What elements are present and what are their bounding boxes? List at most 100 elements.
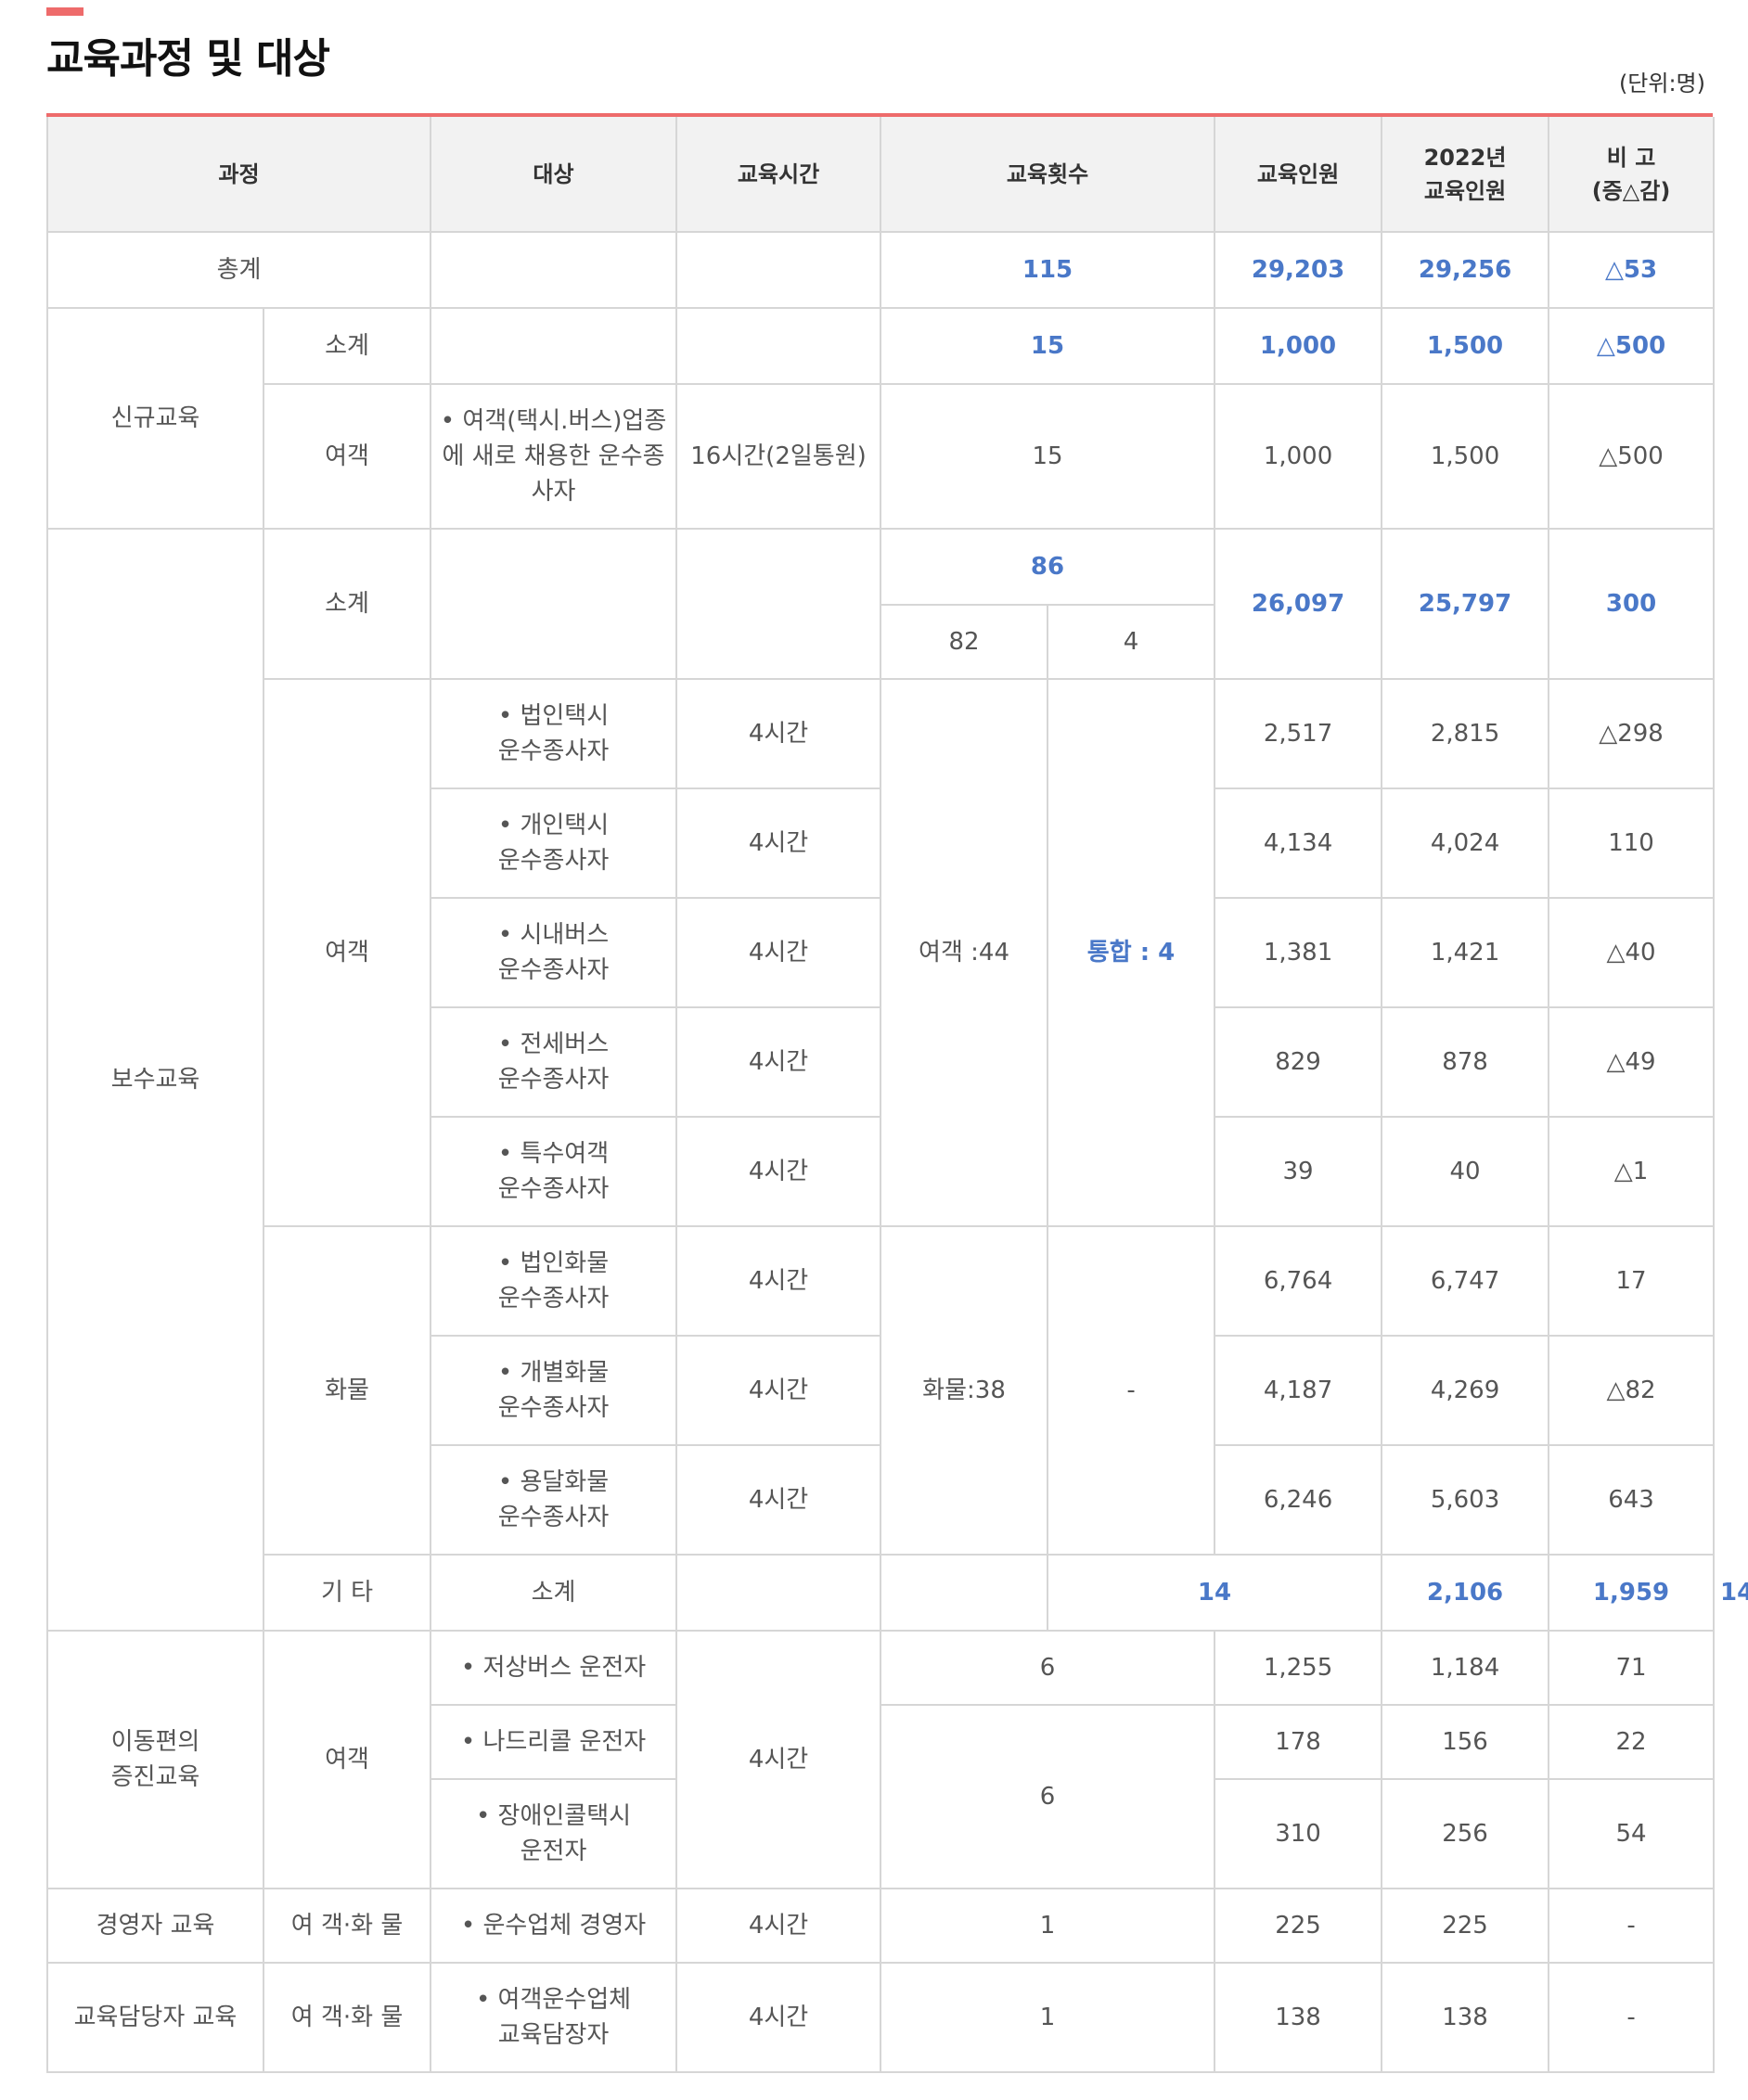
new-edu-subtotal-count: 15 <box>880 307 1216 385</box>
other-subtotal-people: 2,106 <box>1381 1554 1550 1632</box>
header-note: 비 고 (증△감) <box>1548 117 1716 233</box>
table-row: 교육담당자 교육 여 객·화 물 여객운수업체교육담장자 4시간 1 138 1… <box>46 1962 1716 2073</box>
refresher-note: △82 <box>1548 1335 1716 1446</box>
target-line1: 개인택시 <box>437 808 670 843</box>
table-row: 총계 115 29,203 29,256 △53 <box>45 231 1716 309</box>
refresher-hours: 4시간 <box>675 1444 882 1556</box>
target-line2: 운전자 <box>520 1838 587 1865</box>
new-edu-passenger-label: 여객 <box>262 383 432 530</box>
mobility-people-2022: 256 <box>1381 1778 1550 1889</box>
target-line1: 시내버스 <box>437 917 670 953</box>
unit-label: (단위:명) <box>1618 70 1705 96</box>
education-table-wrapper: 과정 대상 교육시간 교육횟수 교육인원 2022년 교육인원 비 고 (증△감… <box>45 113 1748 2073</box>
staff-people-2022: 138 <box>1381 1962 1550 2073</box>
target-line2: 교육담장자 <box>497 2021 610 2049</box>
manager-hours: 4시간 <box>675 1888 882 1964</box>
target-line1: 용달화물 <box>437 1465 670 1500</box>
education-table: 과정 대상 교육시간 교육횟수 교육인원 2022년 교육인원 비 고 (증△감… <box>45 117 1748 2073</box>
table-row: 신규교육 소계 15 1,000 1,500 △500 <box>46 307 1716 530</box>
header-people-2022-line1: 2022년 <box>1423 144 1507 171</box>
refresher-target: 전세버스운수종사자 <box>430 1006 678 1118</box>
target-line1: 개별화물 <box>437 1355 670 1390</box>
refresher-cargo-merged-count: - <box>1047 1225 1216 1556</box>
refresher-target: 개인택시운수종사자 <box>430 788 678 899</box>
refresher-note: 643 <box>1548 1444 1716 1556</box>
total-label: 총계 <box>45 231 432 309</box>
new-edu-subtotal-label: 소계 <box>262 307 432 385</box>
target-line2: 운수종사자 <box>497 847 610 875</box>
empty-cell <box>675 231 882 309</box>
target-line2: 운수종사자 <box>497 1175 610 1203</box>
refresher-people: 829 <box>1214 1006 1383 1118</box>
new-edu-subtotal-people-2022: 1,500 <box>1381 307 1550 385</box>
header-people-2022: 2022년 교육인원 <box>1381 117 1550 233</box>
header-count: 교육횟수 <box>880 117 1216 233</box>
refresher-subtotal-count-b: 4 <box>1047 604 1216 680</box>
refresher-people-2022: 5,603 <box>1381 1444 1550 1556</box>
manager-people: 225 <box>1214 1888 1383 1964</box>
mobility-count-b: 6 <box>880 1704 1216 1889</box>
target-line2: 운수종사자 <box>497 1066 610 1094</box>
mobility-note: 54 <box>1548 1778 1716 1889</box>
mobility-target: 나드리콜 운전자 <box>430 1704 678 1780</box>
mobility-people-2022: 156 <box>1381 1704 1550 1780</box>
mobility-target: 장애인콜택시운전자 <box>430 1778 678 1889</box>
refresher-hours: 4시간 <box>675 678 882 789</box>
new-edu-passenger-hours: 16시간(2일통원) <box>675 383 882 530</box>
mobility-people: 310 <box>1214 1778 1383 1889</box>
refresher-target: 특수여객운수종사자 <box>430 1116 678 1227</box>
target-text: 저상버스 운전자 <box>461 1654 646 1682</box>
target-text: 나드리콜 운전자 <box>461 1728 646 1756</box>
target-line2: 운수종사자 <box>497 1504 610 1531</box>
table-row: 기 타 소계 14 2,106 1,959 147 <box>47 1554 1748 1632</box>
other-subtotal-count: 14 <box>1047 1554 1383 1632</box>
empty-cell <box>430 307 678 385</box>
page-title: 교육과정 및 대상 <box>46 35 330 83</box>
manager-count: 1 <box>880 1888 1216 1964</box>
mobility-label-line1: 이동편의 <box>110 1728 200 1756</box>
refresher-people-2022: 40 <box>1381 1116 1550 1227</box>
refresher-note: △1 <box>1548 1116 1716 1227</box>
new-edu-label: 신규교육 <box>46 307 264 530</box>
refresher-target: 용달화물운수종사자 <box>430 1444 678 1556</box>
refresher-passenger-merged-count: 통합 : 4 <box>1047 678 1216 1227</box>
refresher-people-2022: 2,815 <box>1381 678 1550 789</box>
mobility-people: 178 <box>1214 1704 1383 1780</box>
staff-people: 138 <box>1214 1962 1383 2073</box>
other-subtotal-label: 소계 <box>430 1554 678 1632</box>
staff-note: - <box>1548 1962 1716 2073</box>
refresher-subtotal-count: 86 <box>880 528 1216 606</box>
refresher-target: 개별화물운수종사자 <box>430 1335 678 1446</box>
staff-count: 1 <box>880 1962 1216 2073</box>
manager-target: 운수업체 경영자 <box>430 1888 678 1964</box>
title-accent-bar <box>46 7 84 16</box>
refresher-hours: 4시간 <box>675 1116 882 1227</box>
new-edu-subtotal-people: 1,000 <box>1214 307 1383 385</box>
header-people-2022-line2: 교육인원 <box>1423 177 1507 204</box>
other-label: 기 타 <box>262 1554 432 1632</box>
target-line1: 법인화물 <box>437 1246 670 1281</box>
table-row: 이동편의증진교육 여객 저상버스 운전자 4시간 6 1,255 1,184 7… <box>46 1630 1716 1889</box>
mobility-note: 71 <box>1548 1630 1716 1706</box>
mobility-note: 22 <box>1548 1704 1716 1780</box>
total-count: 115 <box>880 231 1216 309</box>
empty-cell <box>430 528 678 680</box>
refresher-people-2022: 4,024 <box>1381 788 1550 899</box>
header-note-line2: (증△감) <box>1591 177 1671 204</box>
empty-cell <box>675 528 882 680</box>
header-note-line1: 비 고 <box>1606 144 1656 171</box>
target-text: 여객(택시.버스)업종에 새로 채용한 운수종사자 <box>441 407 667 506</box>
refresher-hours: 4시간 <box>675 897 882 1008</box>
table-row: 화물 법인화물운수종사자 4시간 화물:38 - 6,764 6,747 17 <box>47 1225 1716 1556</box>
staff-type: 여 객·화 물 <box>262 1962 432 2073</box>
empty-cell <box>675 307 882 385</box>
refresher-subtotal-label: 소계 <box>262 528 432 680</box>
mobility-label-line2: 증진교육 <box>110 1763 200 1791</box>
refresher-note: △298 <box>1548 678 1716 789</box>
mobility-people-2022: 1,184 <box>1381 1630 1550 1706</box>
new-edu-passenger-note: △500 <box>1548 383 1716 530</box>
target-line1: 전세버스 <box>437 1027 670 1062</box>
empty-cell <box>880 1554 1049 1632</box>
mobility-hours: 4시간 <box>675 1630 882 1889</box>
other-subtotal-people-2022: 1,959 <box>1548 1554 1716 1632</box>
